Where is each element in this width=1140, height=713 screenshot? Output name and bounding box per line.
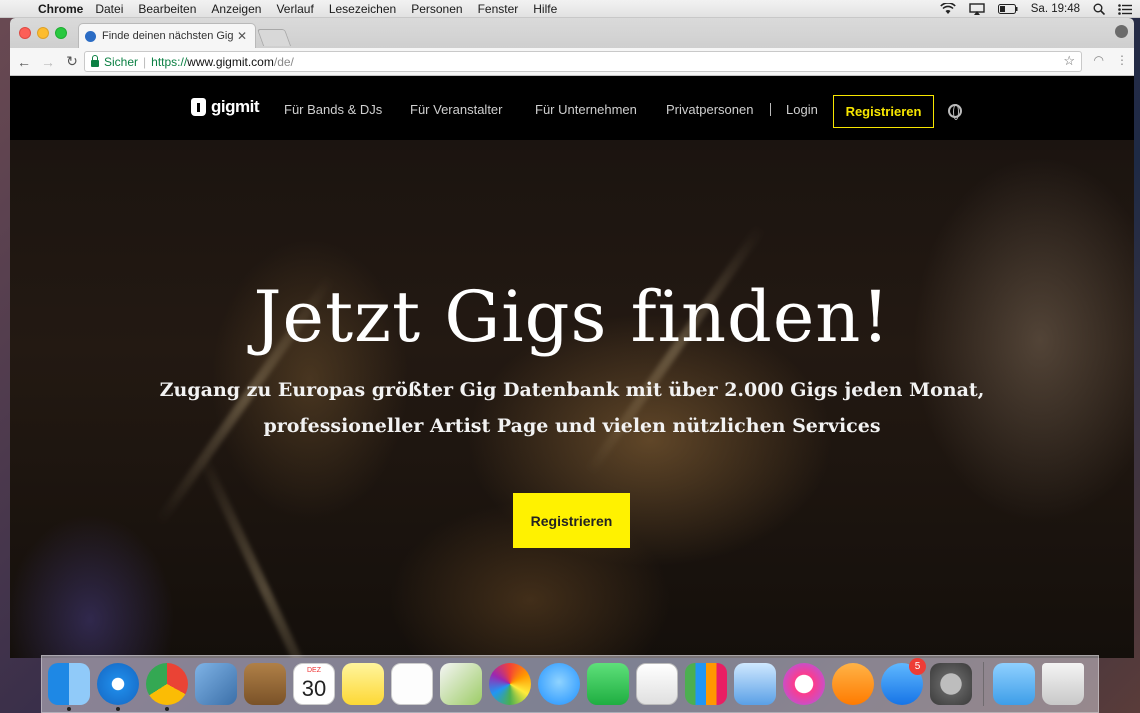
hero-background-streak	[197, 451, 333, 658]
tab-strip: Finde deinen nächsten Gig – gi ✕	[10, 18, 1134, 48]
gigmit-favicon-icon	[85, 30, 96, 42]
trash-icon[interactable]	[1042, 663, 1084, 705]
mail-icon[interactable]	[195, 663, 237, 705]
site-navbar: gigmit Für Bands & DJs Für Veranstalter …	[10, 76, 1134, 140]
nav-login[interactable]: Login	[786, 102, 818, 117]
keynote-icon[interactable]	[734, 663, 776, 705]
spotlight-search-icon[interactable]	[1093, 3, 1105, 15]
pages-icon[interactable]	[636, 663, 678, 705]
airplay-icon[interactable]	[969, 3, 985, 15]
tab-close-icon[interactable]: ✕	[235, 29, 249, 43]
security-label: Sicher	[104, 54, 139, 69]
macos-menu-bar: Chrome Datei Bearbeiten Anzeigen Verlauf…	[0, 0, 1140, 18]
profile-avatar-icon[interactable]	[1115, 25, 1128, 38]
web-page: gigmit Für Bands & DJs Für Veranstalter …	[10, 76, 1134, 658]
tab-title: Finde deinen nächsten Gig – gi	[102, 30, 235, 42]
ibooks-icon[interactable]	[832, 663, 874, 705]
system-preferences-icon[interactable]	[930, 663, 972, 705]
back-icon[interactable]: ←	[14, 54, 34, 70]
running-indicator	[67, 707, 71, 711]
hero-subtitle-line2: professioneller Artist Page und vielen n…	[263, 415, 881, 437]
nav-unternehmen[interactable]: Für Unternehmen	[535, 102, 637, 117]
url-host: www.gigmit.com	[187, 54, 274, 69]
safari-icon[interactable]	[97, 663, 139, 711]
nav-privatpersonen[interactable]: Privatpersonen	[666, 102, 753, 117]
hero-register-button[interactable]: Registrieren	[513, 493, 630, 548]
messages-icon[interactable]	[538, 663, 580, 705]
window-maximize-button[interactable]	[55, 27, 67, 39]
url-path: /de/	[273, 54, 294, 69]
numbers-icon[interactable]	[685, 663, 727, 705]
menu-anzeigen[interactable]: Anzeigen	[211, 2, 261, 16]
app-store-badge: 5	[909, 658, 926, 675]
omnibox-separator: |	[143, 54, 147, 69]
nav-bands-djs[interactable]: Für Bands & DJs	[284, 102, 382, 117]
toolbar-extras: ◠ ⋮	[1094, 53, 1128, 67]
menu-hilfe[interactable]: Hilfe	[533, 2, 557, 16]
menu-bearbeiten[interactable]: Bearbeiten	[138, 2, 196, 16]
chrome-menu-icon[interactable]: ⋮	[1116, 53, 1128, 67]
running-indicator	[116, 707, 120, 711]
macos-dock: DEZ 30 5	[41, 655, 1099, 713]
app-store-icon[interactable]: 5	[881, 658, 926, 705]
nav-register-button[interactable]: Registrieren	[833, 95, 934, 128]
wifi-icon[interactable]	[939, 3, 956, 15]
calendar-month: DEZ	[307, 667, 321, 674]
chrome-window: Finde deinen nächsten Gig – gi ✕ ← → ↻ S…	[10, 18, 1134, 658]
chrome-icon[interactable]	[146, 663, 188, 711]
forward-icon[interactable]: →	[38, 54, 58, 70]
maps-icon[interactable]	[440, 663, 482, 705]
address-bar[interactable]: Sicher | https:// www.gigmit.com /de/ ☆	[84, 51, 1082, 72]
gigmit-logo[interactable]: gigmit	[191, 97, 260, 117]
menu-extras: Sa. 19:48	[939, 0, 1132, 18]
photos-icon[interactable]	[489, 663, 531, 705]
dock-divider	[983, 662, 984, 706]
nav-divider	[770, 103, 771, 116]
gigmit-logo-icon	[191, 98, 206, 116]
facetime-icon[interactable]	[587, 663, 629, 705]
itunes-icon[interactable]	[783, 663, 825, 705]
window-minimize-button[interactable]	[37, 27, 49, 39]
menu-verlauf[interactable]: Verlauf	[276, 2, 313, 16]
notification-center-icon[interactable]	[1118, 3, 1132, 15]
finder-icon[interactable]	[48, 663, 90, 711]
url-scheme: https://	[151, 54, 188, 69]
menu-personen[interactable]: Personen	[411, 2, 462, 16]
bookmark-star-icon[interactable]: ☆	[1063, 53, 1075, 69]
logo-text: gigmit	[211, 97, 260, 116]
contacts-icon[interactable]	[244, 663, 286, 705]
reload-icon[interactable]: ↻	[62, 53, 82, 70]
calendar-icon[interactable]: DEZ 30	[293, 663, 335, 705]
tab-gigmit[interactable]: Finde deinen nächsten Gig – gi ✕	[78, 23, 256, 48]
notes-icon[interactable]	[342, 663, 384, 705]
battery-icon[interactable]	[997, 4, 1018, 14]
extension-icon[interactable]: ◠	[1094, 53, 1104, 67]
running-indicator	[165, 707, 169, 711]
language-globe-icon[interactable]	[948, 104, 962, 120]
calendar-day: 30	[301, 676, 327, 701]
lock-icon	[91, 54, 99, 67]
hero-subtitle-line1: Zugang zu Europas größter Gig Datenbank …	[159, 379, 985, 401]
reminders-icon[interactable]	[391, 663, 433, 705]
menu-fenster[interactable]: Fenster	[478, 2, 519, 16]
downloads-folder-icon[interactable]	[993, 663, 1035, 705]
window-close-button[interactable]	[19, 27, 31, 39]
clock[interactable]: Sa. 19:48	[1031, 3, 1080, 15]
menu-app-name[interactable]: Chrome	[38, 2, 83, 16]
menu-datei[interactable]: Datei	[95, 2, 123, 16]
menu-lesezeichen[interactable]: Lesezeichen	[329, 2, 396, 16]
hero-title: Jetzt Gigs finden!	[253, 276, 891, 358]
new-tab-button[interactable]	[256, 29, 292, 46]
browser-toolbar: ← → ↻ Sicher | https:// www.gigmit.com /…	[10, 48, 1134, 76]
nav-veranstalter[interactable]: Für Veranstalter	[410, 102, 503, 117]
